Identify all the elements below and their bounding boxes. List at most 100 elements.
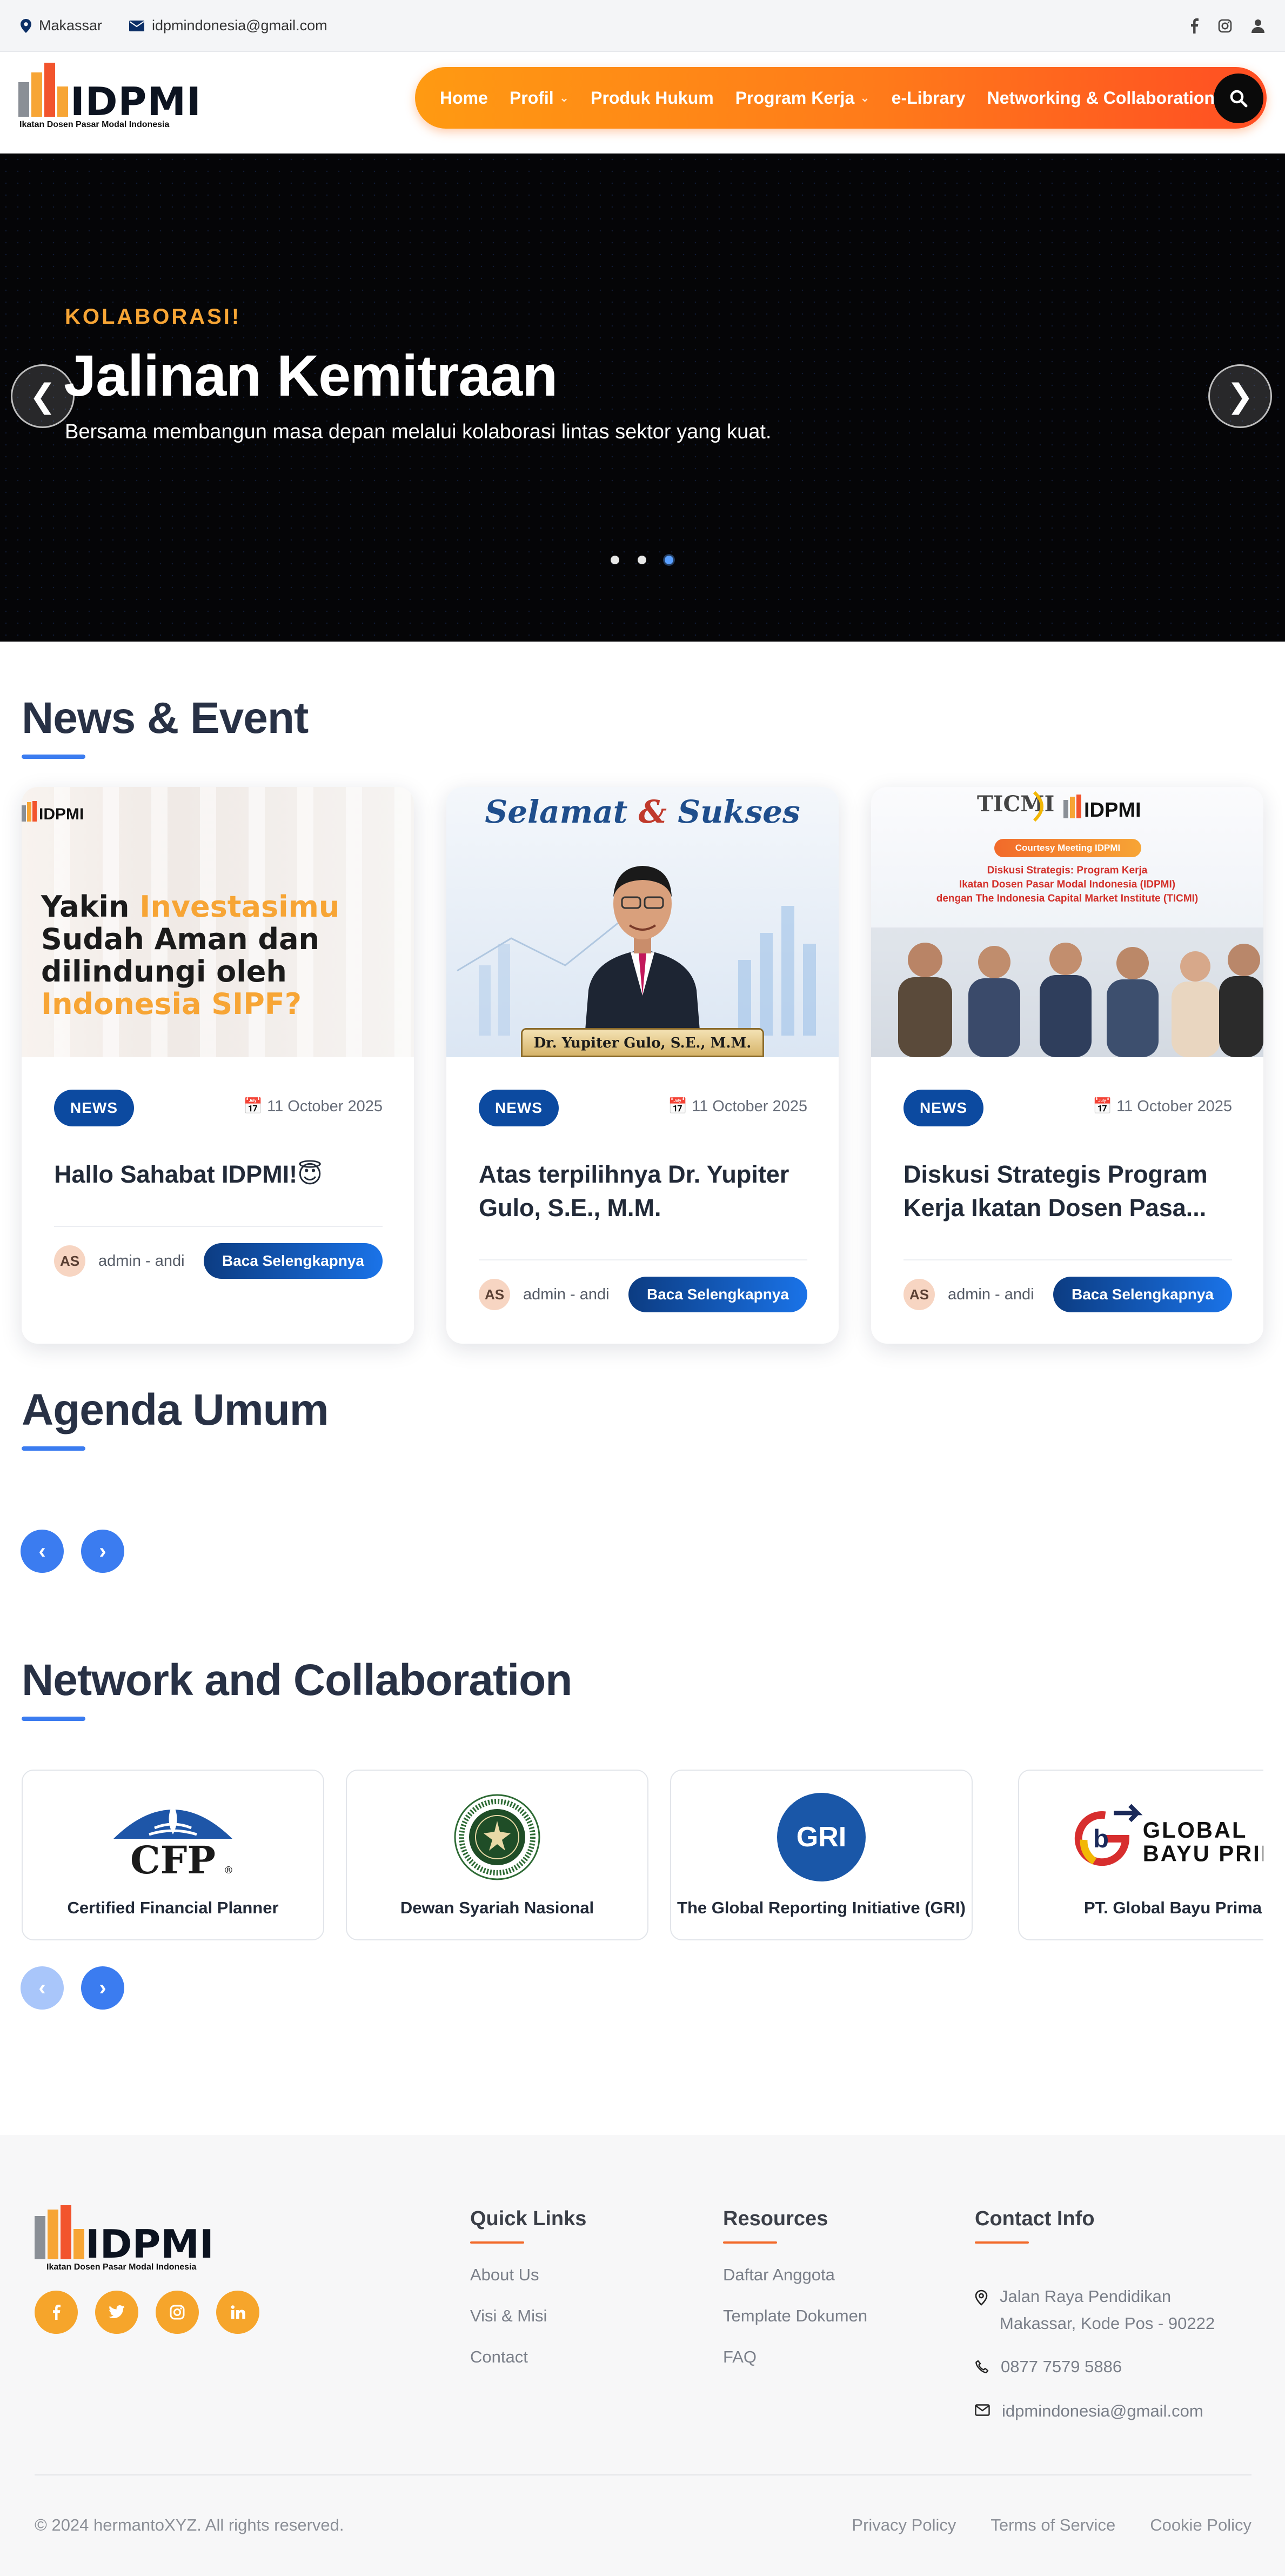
avatar: AS <box>903 1279 935 1310</box>
site-footer: IDPMI Ikatan Dosen Pasar Modal Indonesia… <box>0 2135 1285 2576</box>
nav-e-library[interactable]: e-Library <box>892 88 966 108</box>
section-underline <box>22 1446 85 1451</box>
agenda-next-button[interactable]: › <box>81 1530 124 1573</box>
footer-linkedin-button[interactable] <box>216 2291 259 2334</box>
site-logo[interactable]: IDPMI Ikatan Dosen Pasar Modal Indonesia <box>18 63 201 138</box>
thumb-pill: Courtesy Meeting IDPMI <box>994 839 1141 857</box>
email-text[interactable]: idpmindonesia@gmail.com <box>152 17 327 34</box>
read-more-button[interactable]: Baca Selengkapnya <box>628 1277 807 1312</box>
hero-prev-button[interactable]: ❮ <box>11 364 75 428</box>
footer-twitter-button[interactable] <box>95 2291 138 2334</box>
top-bar: Makassar idpmindonesia@gmail.com <box>0 0 1285 52</box>
network-prev-button[interactable]: ‹ <box>21 1966 64 2010</box>
phone-icon <box>975 2360 989 2373</box>
section-underline <box>22 755 85 759</box>
news-card[interactable]: IDPMI Yakin Investasimu Sudah Aman dan d… <box>22 787 414 1344</box>
legal-links: Privacy Policy Terms of Service Cookie P… <box>852 2515 1251 2535</box>
partner-name: The Global Reporting Initiative (GRI) <box>677 1898 966 1917</box>
logo-wordmark: IDPMI <box>70 79 202 124</box>
hero-subtitle: Bersama membangun masa depan melalui kol… <box>65 421 772 443</box>
hero-dot-active[interactable] <box>665 556 673 564</box>
partner-card[interactable]: CFP ® Certified Financial Planner <box>22 1770 324 1940</box>
partner-card[interactable]: Dewan Syariah Nasional <box>346 1770 648 1940</box>
agenda-prev-button[interactable]: ‹ <box>21 1530 64 1573</box>
privacy-policy-link[interactable]: Privacy Policy <box>852 2515 956 2535</box>
news-section-title: News & Event <box>22 693 309 743</box>
top-social-links <box>1190 18 1264 34</box>
footer-contact-info: Contact Info Jalan Raya Pendidikan Makas… <box>975 2207 1256 2424</box>
heading-underline <box>723 2241 777 2244</box>
news-badge[interactable]: NEWS <box>479 1090 559 1126</box>
map-pin-icon <box>975 2290 988 2306</box>
facebook-icon[interactable] <box>1190 18 1199 34</box>
footer-link-visi-misi[interactable]: Visi & Misi <box>470 2306 586 2326</box>
footer-heading: Quick Links <box>470 2207 587 2230</box>
svg-text:b: b <box>1093 1825 1109 1853</box>
news-card-footer: AS admin - andi Baca Selengkapnya <box>903 1259 1232 1312</box>
svg-text:BAYU PRIMA: BAYU PRIMA <box>1143 1841 1263 1866</box>
map-pin-icon <box>21 18 31 33</box>
nav-networking[interactable]: Networking & Collaboration <box>987 88 1215 108</box>
ticmi-swoosh <box>1033 791 1043 822</box>
news-card[interactable]: TICMI IDPMI Courtesy Meeting IDPMI Disku… <box>871 787 1263 1344</box>
author-name: admin - andi <box>523 1285 610 1303</box>
news-card-footer: AS admin - andi Baca Selengkapnya <box>479 1259 807 1312</box>
nav-produk-hukum[interactable]: Produk Hukum <box>591 88 714 108</box>
partner-card[interactable]: GRI The Global Reporting Initiative (GRI… <box>670 1770 973 1940</box>
nav-program-kerja[interactable]: Program Kerja ⌄ <box>735 88 870 108</box>
footer-link-faq[interactable]: FAQ <box>723 2347 867 2367</box>
agenda-section-title: Agenda Umum <box>22 1385 329 1434</box>
contact-phone[interactable]: 0877 7579 5886 <box>975 2353 1122 2380</box>
gri-logo: GRI <box>671 1791 972 1883</box>
news-date: 📅 11 October 2025 <box>1092 1098 1232 1115</box>
news-badge[interactable]: NEWS <box>903 1090 983 1126</box>
contact-email[interactable]: idpmindonesia@gmail.com <box>975 2398 1203 2425</box>
hero-dot[interactable] <box>638 556 646 564</box>
contact-address: Jalan Raya Pendidikan Makassar, Kode Pos… <box>975 2283 1215 2337</box>
footer-resources: Resources Daftar Anggota Template Dokume… <box>723 2207 867 2367</box>
main-navigation: Home Profil ⌄ Produk Hukum Program Kerja ⌄… <box>415 67 1267 129</box>
email-info[interactable]: idpmindonesia@gmail.com <box>129 17 327 34</box>
svg-text:®: ® <box>224 1865 233 1876</box>
logo-bars <box>18 63 72 117</box>
partner-carousel: CFP ® Certified Financial Planner Dewan … <box>22 1762 1263 1946</box>
section-underline <box>22 1717 85 1721</box>
nav-profil[interactable]: Profil ⌄ <box>510 88 569 108</box>
chevron-down-icon: ⌄ <box>559 91 570 104</box>
search-button[interactable] <box>1214 74 1263 123</box>
dsn-logo <box>347 1791 647 1883</box>
footer-logo[interactable]: IDPMI Ikatan Dosen Pasar Modal Indonesia <box>35 2205 229 2281</box>
footer-link-about-us[interactable]: About Us <box>470 2265 586 2285</box>
user-icon[interactable] <box>1251 19 1264 33</box>
footer-facebook-button[interactable] <box>35 2291 78 2334</box>
read-more-button[interactable]: Baca Selengkapnya <box>203 1243 383 1279</box>
network-next-button[interactable]: › <box>81 1966 124 2010</box>
instagram-icon <box>170 2305 185 2320</box>
footer-link-contact[interactable]: Contact <box>470 2347 586 2367</box>
news-title[interactable]: Diskusi Strategis Program Kerja Ikatan D… <box>903 1158 1233 1225</box>
envelope-icon <box>129 20 145 31</box>
avatar: AS <box>479 1279 510 1310</box>
footer-link-template-dokumen[interactable]: Template Dokumen <box>723 2306 867 2326</box>
hero-next-button[interactable]: ❯ <box>1208 364 1272 428</box>
news-date: 📅 11 October 2025 <box>667 1098 807 1115</box>
nav-home[interactable]: Home <box>440 88 488 108</box>
footer-heading: Resources <box>723 2207 828 2230</box>
news-title[interactable]: Hallo Sahabat IDPMI!😇 <box>54 1158 384 1191</box>
partner-card[interactable]: b GLOBAL BAYU PRIMA PT. Global Bayu Prim… <box>1018 1770 1263 1940</box>
partner-name: PT. Global Bayu Prima <box>1084 1898 1262 1917</box>
news-badge[interactable]: NEWS <box>54 1090 134 1126</box>
instagram-icon[interactable] <box>1218 19 1232 33</box>
read-more-button[interactable]: Baca Selengkapnya <box>1053 1277 1232 1312</box>
terms-of-service-link[interactable]: Terms of Service <box>990 2515 1115 2535</box>
footer-instagram-button[interactable] <box>156 2291 199 2334</box>
location-text: Makassar <box>39 17 103 34</box>
hero-dot[interactable] <box>611 556 619 564</box>
cookie-policy-link[interactable]: Cookie Policy <box>1150 2515 1251 2535</box>
copyright-text: © 2024 hermantoXYZ. All rights reserved. <box>35 2515 344 2534</box>
news-title[interactable]: Atas terpilihnya Dr. Yupiter Gulo, S.E.,… <box>479 1158 808 1225</box>
news-date: 📅 11 October 2025 <box>243 1098 383 1115</box>
news-card[interactable]: Selamat & Sukses Dr. Yupiter Gulo, S.E.,… <box>446 787 839 1344</box>
footer-link-daftar-anggota[interactable]: Daftar Anggota <box>723 2265 867 2285</box>
svg-text:GLOBAL: GLOBAL <box>1143 1817 1248 1843</box>
